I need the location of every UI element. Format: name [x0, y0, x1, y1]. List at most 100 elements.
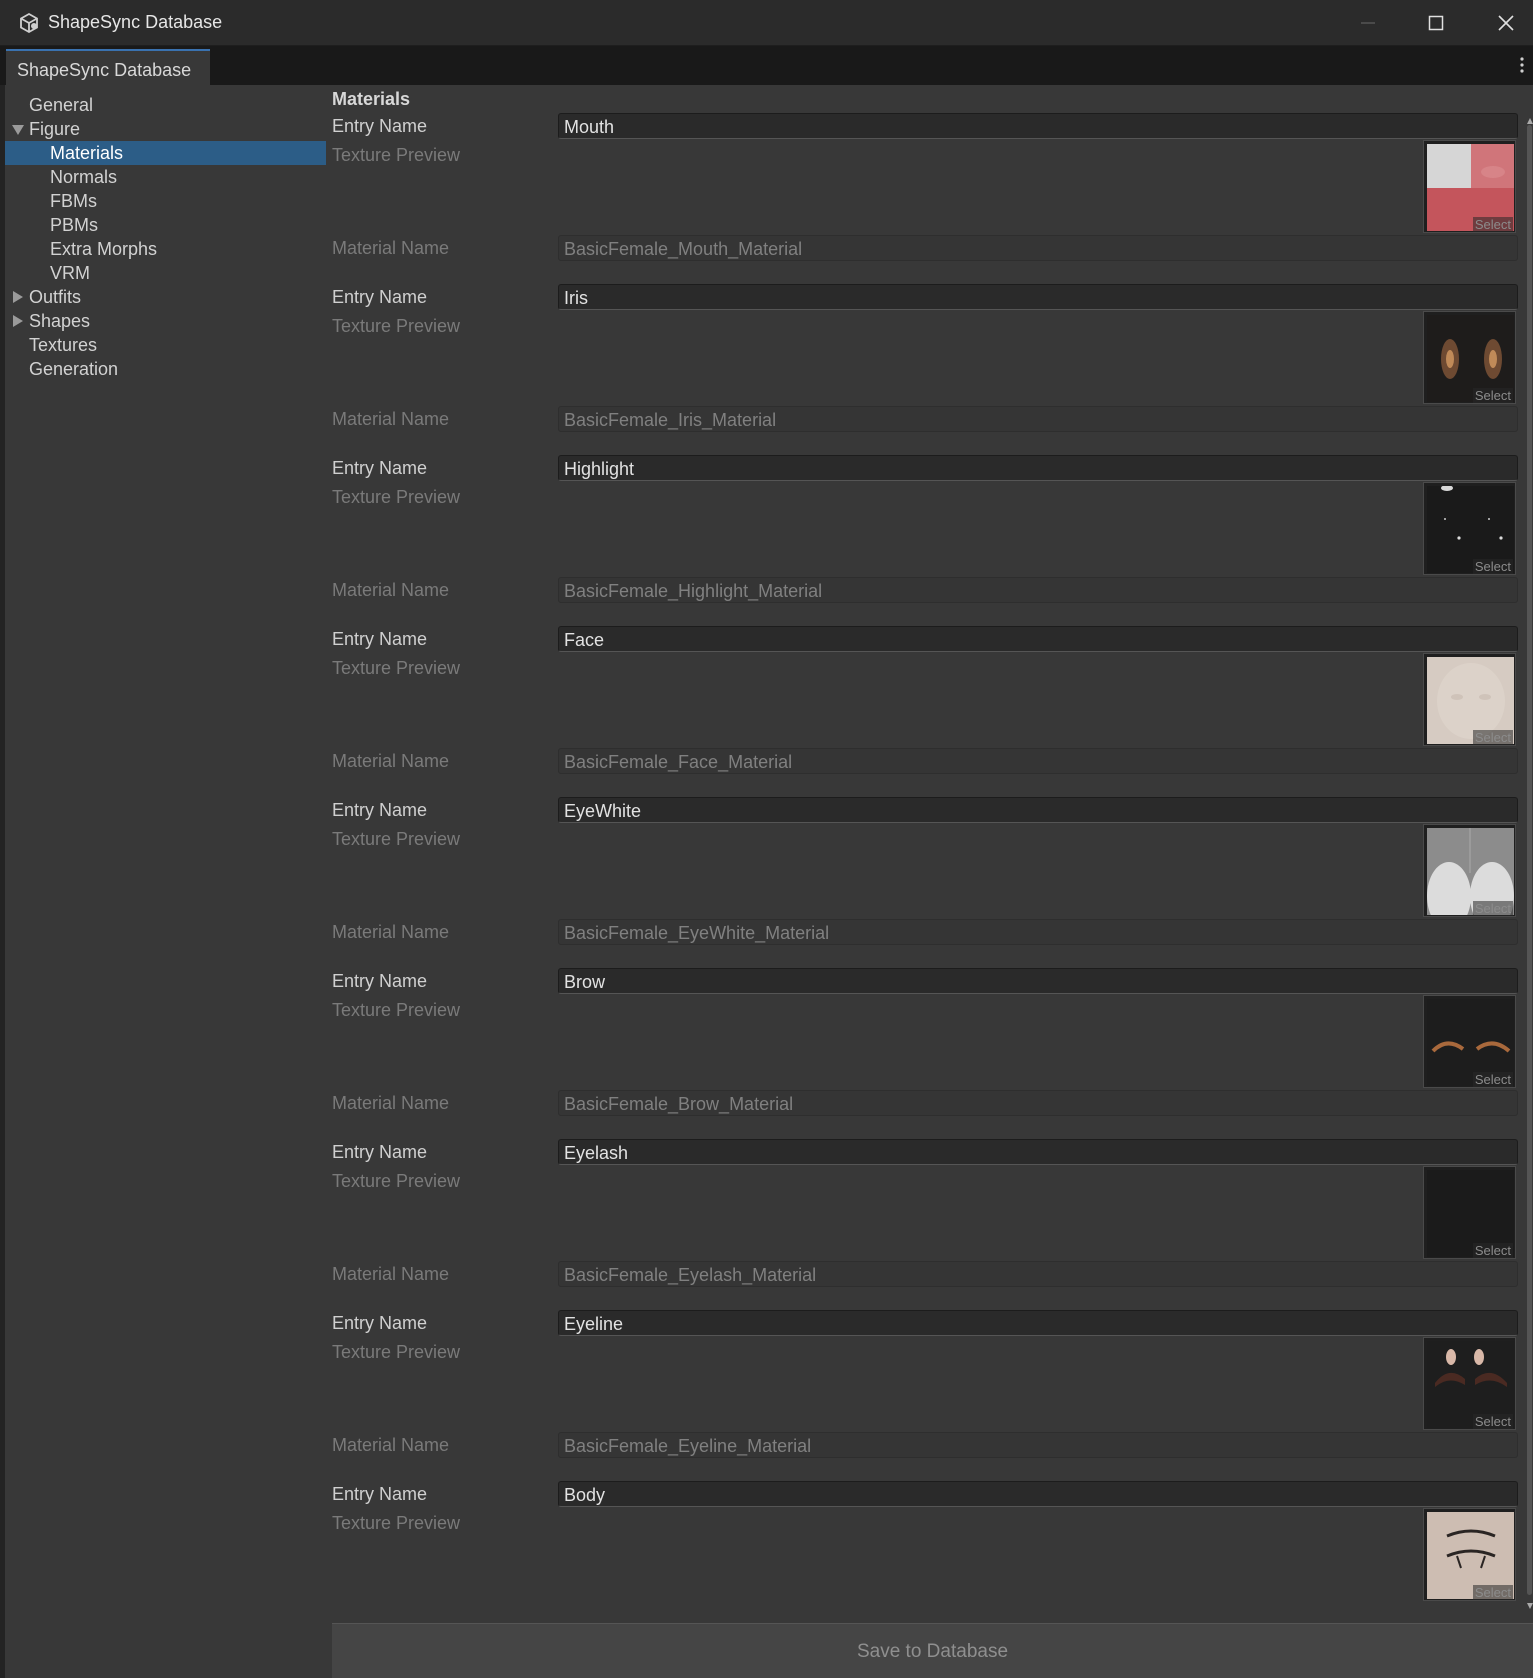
- sidebar-item-normals[interactable]: Normals: [0, 165, 326, 189]
- sidebar-item-label: Materials: [50, 143, 124, 163]
- material-name-field: BasicFemale_Face_Material: [558, 748, 1518, 774]
- title-bar: ShapeSync Database: [0, 0, 1533, 46]
- material-entry: Entry Name Eyelash Texture Preview Selec…: [326, 1139, 1526, 1313]
- sidebar-item-materials[interactable]: Materials: [5, 141, 326, 165]
- more-options-icon[interactable]: [1519, 56, 1525, 74]
- close-icon: [1498, 15, 1514, 31]
- entry-name-label: Entry Name: [332, 971, 428, 991]
- sidebar-item-generation[interactable]: Generation: [0, 357, 326, 381]
- texture-preview-label: Texture Preview: [332, 316, 461, 336]
- material-name-label: Material Name: [332, 580, 450, 600]
- texture-preview-label: Texture Preview: [332, 1513, 461, 1533]
- entry-name-label: Entry Name: [332, 287, 428, 307]
- sidebar-item-label: FBMs: [50, 191, 97, 211]
- select-label[interactable]: Select: [1472, 1243, 1513, 1258]
- scrollbar-thumb[interactable]: [1527, 125, 1532, 1595]
- sidebar-item-outfits[interactable]: Outfits: [0, 285, 326, 309]
- texture-preview-label: Texture Preview: [332, 145, 461, 165]
- scroll-down-icon[interactable]: [1527, 1603, 1533, 1609]
- texture-preview-label: Texture Preview: [332, 1171, 461, 1191]
- entry-name-label: Entry Name: [332, 629, 428, 649]
- vertical-scrollbar[interactable]: [1526, 85, 1533, 1615]
- material-entry: Entry Name Brow Texture Preview Select M…: [326, 968, 1526, 1142]
- sidebar-item-label: Normals: [50, 167, 118, 187]
- entry-name-label: Entry Name: [332, 458, 428, 478]
- material-name-label: Material Name: [332, 238, 450, 258]
- sidebar-item-pbms[interactable]: PBMs: [0, 213, 326, 237]
- entry-name-field[interactable]: Eyeline: [558, 1310, 1518, 1336]
- expand-right-icon[interactable]: [13, 315, 23, 327]
- scroll-up-icon[interactable]: [1527, 118, 1533, 124]
- expand-right-icon[interactable]: [13, 291, 23, 303]
- window-title: ShapeSync Database: [48, 12, 223, 32]
- select-label[interactable]: Select: [1472, 217, 1513, 232]
- texture-preview-label: Texture Preview: [332, 487, 461, 507]
- material-name-field: BasicFemale_Eyeline_Material: [558, 1432, 1518, 1458]
- material-entry: Entry Name EyeWhite Texture Preview Sele…: [326, 797, 1526, 971]
- texture-thumbnail[interactable]: Select: [1423, 140, 1516, 233]
- tab-bar: ShapeSync Database: [0, 46, 1533, 85]
- minimize-button[interactable]: [1338, 0, 1398, 46]
- save-to-database-button[interactable]: Save to Database: [332, 1623, 1533, 1678]
- material-name-field: BasicFemale_Eyelash_Material: [558, 1261, 1518, 1287]
- texture-thumbnail[interactable]: Select: [1423, 653, 1516, 746]
- sidebar: General Figure Materials Normals FBMs PB…: [0, 85, 326, 1678]
- material-name-label: Material Name: [332, 1264, 450, 1284]
- sidebar-item-general[interactable]: General: [0, 93, 326, 117]
- sidebar-item-label: VRM: [50, 263, 90, 283]
- texture-thumbnail[interactable]: Select: [1423, 995, 1516, 1088]
- texture-thumbnail[interactable]: Select: [1423, 1508, 1516, 1601]
- sidebar-item-fbms[interactable]: FBMs: [0, 189, 326, 213]
- sidebar-item-shapes[interactable]: Shapes: [0, 309, 326, 333]
- texture-thumbnail[interactable]: Select: [1423, 1166, 1516, 1259]
- sidebar-item-label: General: [29, 95, 94, 115]
- select-label[interactable]: Select: [1472, 1585, 1513, 1600]
- texture-thumbnail[interactable]: Select: [1423, 1337, 1516, 1430]
- texture-thumbnail[interactable]: Select: [1423, 311, 1516, 404]
- entry-name-field[interactable]: Eyelash: [558, 1139, 1518, 1165]
- entry-name-field[interactable]: EyeWhite: [558, 797, 1518, 823]
- select-label[interactable]: Select: [1472, 1414, 1513, 1429]
- entry-name-field[interactable]: Body: [558, 1481, 1518, 1507]
- entry-name-field[interactable]: Face: [558, 626, 1518, 652]
- sidebar-item-label: PBMs: [50, 215, 99, 235]
- sidebar-item-textures[interactable]: Textures: [0, 333, 326, 357]
- tab-shapesync-database[interactable]: ShapeSync Database: [6, 49, 210, 85]
- sidebar-item-label: Textures: [29, 335, 98, 355]
- select-label[interactable]: Select: [1472, 901, 1513, 916]
- unity-cube-icon: [20, 12, 38, 34]
- entry-name-field[interactable]: Highlight: [558, 455, 1518, 481]
- entry-name-label: Entry Name: [332, 1484, 428, 1504]
- sidebar-item-vrm[interactable]: VRM: [0, 261, 326, 285]
- maximize-button[interactable]: [1406, 0, 1466, 46]
- expand-down-icon[interactable]: [12, 125, 24, 135]
- select-label[interactable]: Select: [1472, 1072, 1513, 1087]
- close-button[interactable]: [1476, 0, 1533, 46]
- material-name-label: Material Name: [332, 751, 450, 771]
- texture-preview-label: Texture Preview: [332, 1342, 461, 1362]
- select-label[interactable]: Select: [1472, 730, 1513, 745]
- material-name-field: BasicFemale_Iris_Material: [558, 406, 1518, 432]
- maximize-icon: [1428, 15, 1444, 31]
- select-label[interactable]: Select: [1472, 559, 1513, 574]
- section-title: Materials: [332, 89, 411, 109]
- material-entry: Entry Name Highlight Texture Preview Sel…: [326, 455, 1526, 629]
- sidebar-item-label: Generation: [29, 359, 119, 379]
- sidebar-item-figure[interactable]: Figure: [0, 117, 326, 141]
- entry-name-label: Entry Name: [332, 800, 428, 820]
- texture-thumbnail[interactable]: Select: [1423, 482, 1516, 575]
- sidebar-item-label: Extra Morphs: [50, 239, 158, 259]
- entry-name-field[interactable]: Iris: [558, 284, 1518, 310]
- texture-preview-label: Texture Preview: [332, 658, 461, 678]
- material-name-label: Material Name: [332, 1435, 450, 1455]
- entry-name-field[interactable]: Brow: [558, 968, 1518, 994]
- material-entry: Entry Name Eyeline Texture Preview Selec…: [326, 1310, 1526, 1484]
- texture-thumbnail[interactable]: Select: [1423, 824, 1516, 917]
- select-label[interactable]: Select: [1472, 388, 1513, 403]
- material-name-field: BasicFemale_Mouth_Material: [558, 235, 1518, 261]
- sidebar-item-extra-morphs[interactable]: Extra Morphs: [0, 237, 326, 261]
- material-name-field: BasicFemale_Brow_Material: [558, 1090, 1518, 1116]
- material-name-field: BasicFemale_EyeWhite_Material: [558, 919, 1518, 945]
- material-name-label: Material Name: [332, 922, 450, 942]
- entry-name-field[interactable]: Mouth: [558, 113, 1518, 139]
